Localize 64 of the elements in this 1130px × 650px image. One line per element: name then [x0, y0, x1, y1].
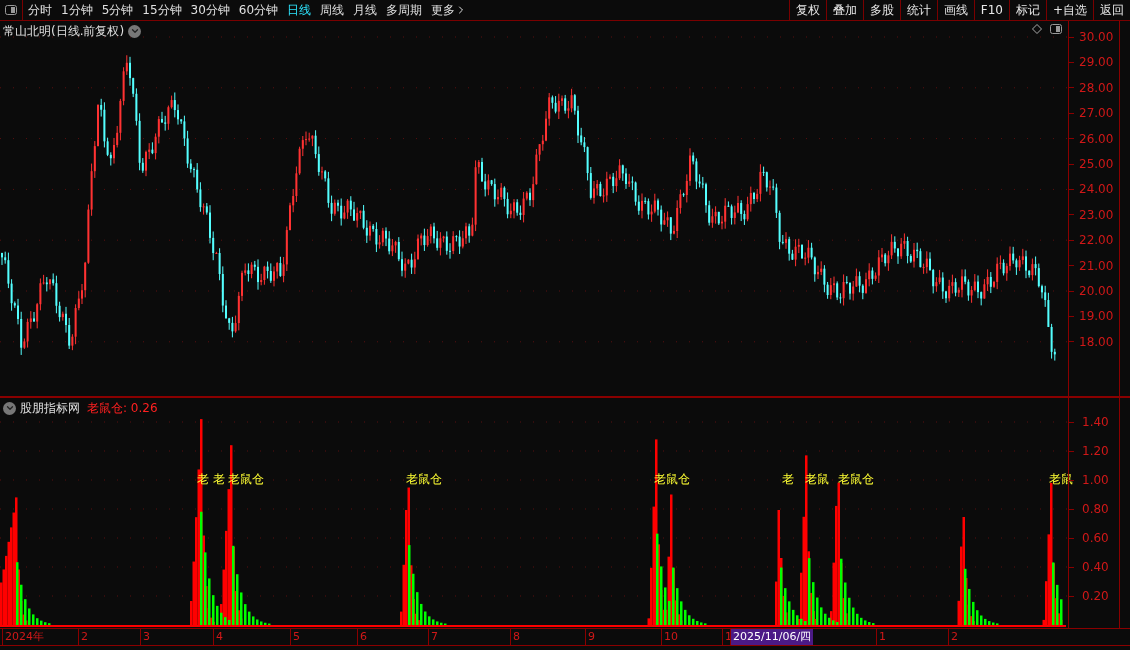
panel-toggle-icon[interactable] — [1050, 24, 1062, 34]
signal-label: 老鼠仓 — [838, 472, 874, 486]
price-axis-label: 21.00 — [1079, 258, 1114, 273]
toolbar-button[interactable]: 复权 — [788, 0, 826, 20]
period-tab[interactable]: 日线 — [287, 1, 312, 19]
indicator-axis-label: 1.00 — [1082, 473, 1109, 487]
toolbar-button[interactable]: 返回 — [1093, 0, 1130, 20]
period-tab[interactable]: 60分钟 — [238, 1, 279, 19]
signal-label: 老 — [782, 472, 794, 486]
price-axis-label: 29.00 — [1079, 55, 1114, 70]
price-axis-label: 22.00 — [1079, 233, 1114, 248]
indicator-reading: 老鼠仓: 0.26 — [87, 400, 158, 417]
toolbar-button[interactable]: 统计 — [899, 0, 937, 20]
toolbar-button[interactable]: 标记 — [1008, 0, 1046, 20]
time-axis-label: 2024年 — [2, 629, 44, 645]
indicator-axis-label: 1.20 — [1082, 444, 1109, 458]
time-axis-label: 4 — [213, 629, 223, 645]
period-tab[interactable]: 月线 — [353, 1, 378, 19]
toolbar-button[interactable]: 多股 — [862, 0, 900, 20]
time-axis-label: 8 — [510, 629, 520, 645]
price-axis-label: 24.00 — [1079, 182, 1114, 197]
time-axis-label: 1 — [876, 629, 886, 645]
time-axis-label: 2 — [948, 629, 958, 645]
price-axis-label: 19.00 — [1079, 309, 1114, 324]
indicator-axis-label: 0.40 — [1082, 560, 1109, 574]
price-axis-label: 18.00 — [1079, 334, 1114, 349]
toolbar-button[interactable]: 画线 — [936, 0, 974, 20]
indicator-axis-label: 0.80 — [1082, 502, 1109, 516]
indicator-axis-label: 0.20 — [1082, 589, 1109, 603]
chevron-down-icon[interactable] — [128, 24, 142, 38]
price-axis-label: 23.00 — [1079, 207, 1114, 222]
period-tab[interactable]: 15分钟 — [142, 1, 182, 19]
toolbar-button[interactable]: +自选 — [1045, 0, 1093, 20]
chevron-down-icon[interactable] — [3, 401, 16, 415]
indicator-axis-label: 0.60 — [1082, 531, 1109, 545]
time-axis-label: 2025/11/06/四 — [730, 629, 814, 645]
period-tab[interactable]: 5分钟 — [101, 1, 134, 19]
price-axis-label: 20.00 — [1079, 284, 1114, 298]
time-axis-label: 5 — [290, 629, 300, 645]
time-axis-label: 2 — [78, 629, 88, 645]
time-axis-label: 7 — [428, 629, 438, 645]
toolbar-button[interactable]: F10 — [973, 0, 1009, 20]
period-tab[interactable]: 30分钟 — [190, 1, 230, 19]
period-tab[interactable]: 分时 — [28, 1, 52, 19]
price-axis-label: 28.00 — [1079, 80, 1114, 95]
more-button[interactable]: 更多 — [431, 1, 468, 19]
price-axis-label: 30.00 — [1079, 30, 1114, 44]
time-axis-label: 10 — [661, 629, 678, 645]
price-axis-label: 26.00 — [1079, 131, 1114, 146]
time-axis-label: 6 — [357, 629, 367, 645]
indicator-axis-label: 1.40 — [1082, 415, 1109, 429]
indicator-source: 股朋指标网 — [20, 400, 80, 417]
diamond-icon[interactable] — [1032, 24, 1042, 34]
signal-label: 老鼠仓 — [406, 472, 442, 486]
price-axis-label: 27.00 — [1079, 106, 1114, 121]
time-axis-label: 3 — [140, 629, 150, 645]
period-tab[interactable]: 1分钟 — [61, 1, 93, 19]
toolbar-button[interactable]: 叠加 — [825, 0, 863, 20]
period-tab[interactable]: 多周期 — [386, 1, 423, 19]
price-axis-label: 25.00 — [1079, 157, 1114, 171]
time-axis-label: 9 — [585, 629, 595, 645]
stock-title: 常山北明(日线.前复权) — [3, 23, 125, 40]
period-tab[interactable]: 周线 — [320, 1, 345, 19]
signal-label: 老 — [213, 472, 225, 486]
